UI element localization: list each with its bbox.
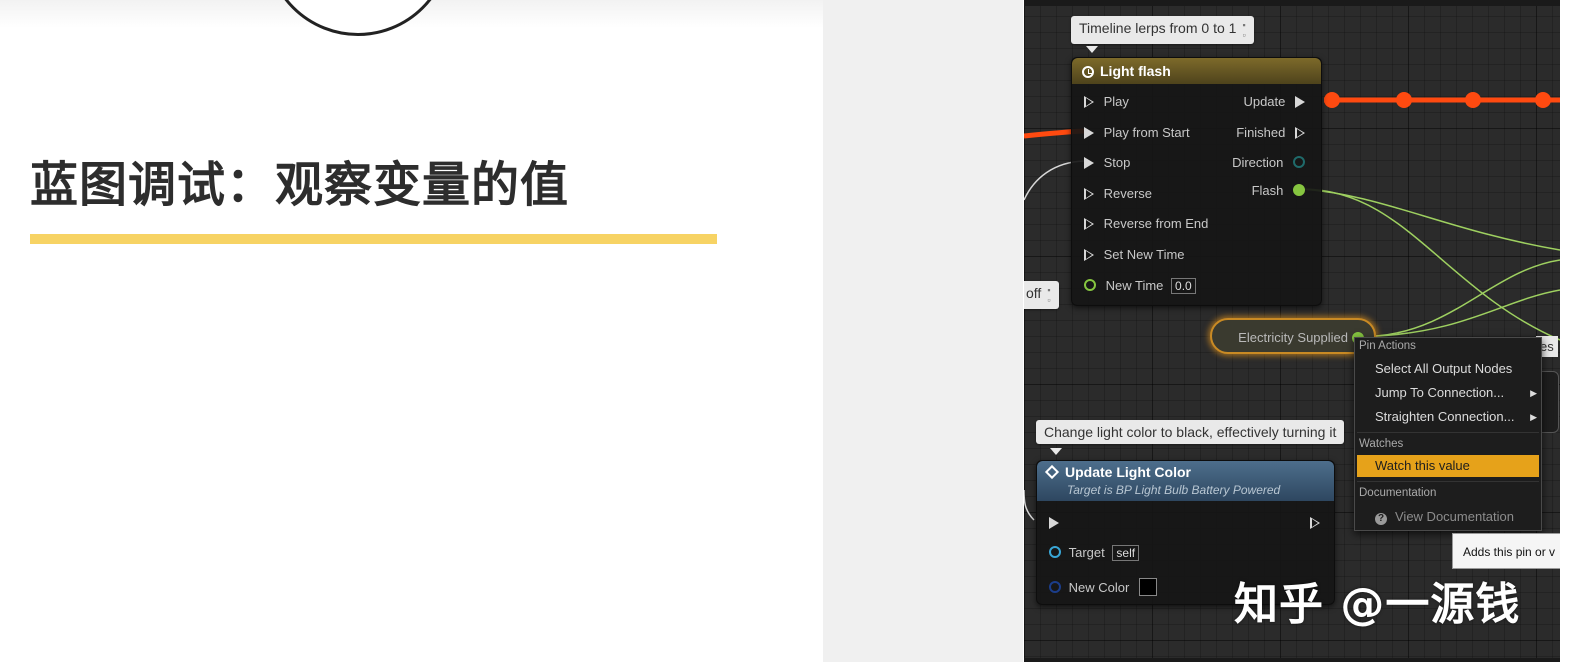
variable-node-electricity-supplied[interactable]: Electricity Supplied	[1210, 318, 1376, 354]
pin-label: Direction	[1232, 155, 1284, 170]
timeline-node-header[interactable]: Light flash	[1072, 58, 1321, 84]
wire-bool-2	[1375, 289, 1560, 337]
zhihu-watermark: 知乎 @一源钱	[1234, 579, 1521, 630]
menu-item-label: View Documentation	[1395, 509, 1514, 524]
pin-label: Reverse	[1103, 186, 1153, 201]
tooltip: Adds this pin or v	[1452, 533, 1560, 569]
float-pin-icon[interactable]	[1293, 184, 1305, 196]
menu-section-documentation: Documentation	[1359, 487, 1437, 499]
enum-pin-icon[interactable]	[1293, 156, 1305, 168]
comment-controls-icon[interactable]: ▪ ▫	[1047, 285, 1050, 305]
help-icon: ?	[1375, 513, 1387, 525]
comment-tail	[1086, 46, 1098, 53]
menu-section-watches: Watches	[1359, 438, 1404, 450]
blueprint-editor-canvas[interactable]: Timeline lerps from 0 to 1 ▪ ▫ Light flash…	[1024, 0, 1560, 662]
menu-item-select-all-output-nodes[interactable]: Select All Output Nodes	[1375, 361, 1512, 376]
menu-item-watch-this-value[interactable]: Watch this value	[1375, 458, 1470, 473]
clock-icon	[1082, 66, 1094, 78]
wire-exec-update-left	[1024, 489, 1035, 521]
exec-pin-icon[interactable]	[1084, 157, 1094, 169]
function-node-subtitle: Target is BP Light Bulb Battery Powered	[1067, 483, 1281, 497]
pin-label: Play	[1103, 94, 1129, 109]
struct-pin-icon[interactable]	[1049, 581, 1061, 593]
comment-text: Change light color to black, effectively…	[1044, 424, 1337, 440]
menu-separator	[1357, 432, 1539, 433]
pin-label: New Time	[1105, 278, 1164, 293]
comment-text: off	[1026, 285, 1042, 301]
gray-side-panel	[823, 0, 1023, 662]
function-node-header[interactable]: Update Light Color Target is BP Light Bu…	[1037, 461, 1334, 501]
pin-label: New Color	[1068, 580, 1130, 595]
pin-finished[interactable]: Finished	[1236, 125, 1305, 140]
menu-item-straighten-connection[interactable]: Straighten Connection...	[1375, 409, 1514, 424]
pin-set-new-time[interactable]: Set New Time	[1084, 247, 1185, 262]
exec-pin-icon[interactable]	[1295, 96, 1305, 108]
pin-label: Stop	[1103, 155, 1131, 170]
comment-bubble-change-color[interactable]: Change light color to black, effectively…	[1036, 420, 1345, 444]
exec-pin-icon[interactable]	[1310, 517, 1320, 529]
wire-knot-3	[1465, 92, 1481, 108]
object-pin-icon[interactable]	[1049, 546, 1061, 558]
pin-label: Play from Start	[1103, 125, 1190, 140]
float-pin-icon[interactable]	[1084, 279, 1096, 291]
menu-item-jump-to-connection[interactable]: Jump To Connection...	[1375, 385, 1504, 400]
pin-reverse-from-end[interactable]: Reverse from End	[1084, 216, 1208, 231]
wire-knot-1	[1324, 92, 1340, 108]
slide: 蓝图调试：观察变量的值 Timeline lerps from 0 to 1 ▪ ▫	[0, 0, 1569, 662]
editor-bottom-border	[1024, 658, 1560, 662]
exec-pin-icon[interactable]	[1084, 188, 1094, 200]
pin-label: Target	[1068, 545, 1105, 560]
title-underline-bar	[30, 234, 717, 244]
exec-pin-icon[interactable]	[1295, 127, 1305, 139]
exec-pin-icon[interactable]	[1084, 218, 1094, 230]
submenu-arrow-icon: ▶	[1530, 388, 1537, 398]
comment-text: Timeline lerps from 0 to 1	[1079, 20, 1237, 36]
pin-label: Update	[1243, 94, 1286, 109]
pin-reverse[interactable]: Reverse	[1084, 186, 1152, 201]
color-swatch[interactable]	[1138, 578, 1157, 596]
pin-label: Reverse from End	[1103, 216, 1209, 231]
menu-separator	[1357, 481, 1539, 482]
menu-item-view-documentation[interactable]: ? View Documentation	[1375, 509, 1514, 525]
pin-target[interactable]: Target self	[1049, 545, 1140, 561]
pin-play[interactable]: Play	[1084, 94, 1129, 109]
pin-stop[interactable]: Stop	[1084, 155, 1130, 170]
comment-bubble-timeline[interactable]: Timeline lerps from 0 to 1 ▪ ▫	[1071, 16, 1254, 44]
timeline-node-light-flash[interactable]: Light flash Play Play from Start Stop Re…	[1071, 57, 1322, 306]
pin-label: Finished	[1236, 125, 1286, 140]
pin-label: Set New Time	[1103, 247, 1185, 262]
pin-direction[interactable]: Direction	[1232, 155, 1305, 170]
pin-exec-out[interactable]	[1310, 515, 1320, 530]
function-node-title: Update Light Color	[1065, 464, 1191, 480]
comment-controls-icon[interactable]: ▪ ▫	[1242, 20, 1245, 40]
pin-new-time[interactable]: New Time 0.0	[1084, 278, 1196, 294]
comment-bubble-off[interactable]: off ▪ ▫	[1024, 281, 1059, 309]
submenu-arrow-icon: ▶	[1530, 412, 1537, 422]
exec-pin-icon[interactable]	[1049, 517, 1059, 529]
exec-pin-icon[interactable]	[1084, 127, 1094, 139]
wire-bool-1	[1375, 259, 1560, 337]
pin-exec-in[interactable]	[1049, 515, 1059, 530]
pin-flash[interactable]: Flash	[1252, 183, 1305, 198]
pin-new-color[interactable]: New Color	[1049, 578, 1157, 596]
pin-play-from-start[interactable]: Play from Start	[1084, 125, 1190, 140]
wire-flash-2	[1301, 188, 1560, 251]
wire-knot-4	[1535, 92, 1551, 108]
pin-context-menu[interactable]: Pin Actions Select All Output Nodes Jump…	[1354, 337, 1542, 531]
exec-pin-icon[interactable]	[1084, 96, 1094, 108]
pin-update[interactable]: Update	[1243, 94, 1305, 109]
pin-label: Flash	[1251, 183, 1284, 198]
target-value-field[interactable]: self	[1112, 545, 1140, 561]
exec-pin-icon[interactable]	[1084, 249, 1094, 261]
slide-title: 蓝图调试：观察变量的值	[30, 157, 570, 213]
comment-tail	[1050, 448, 1062, 455]
wire-knot-2	[1396, 92, 1412, 108]
function-diamond-icon	[1044, 464, 1060, 480]
menu-section-pin-actions: Pin Actions	[1359, 340, 1416, 352]
variable-label: Electricity Supplied	[1238, 330, 1348, 345]
timeline-node-title: Light flash	[1100, 63, 1171, 79]
new-time-value-field[interactable]: 0.0	[1171, 278, 1196, 294]
